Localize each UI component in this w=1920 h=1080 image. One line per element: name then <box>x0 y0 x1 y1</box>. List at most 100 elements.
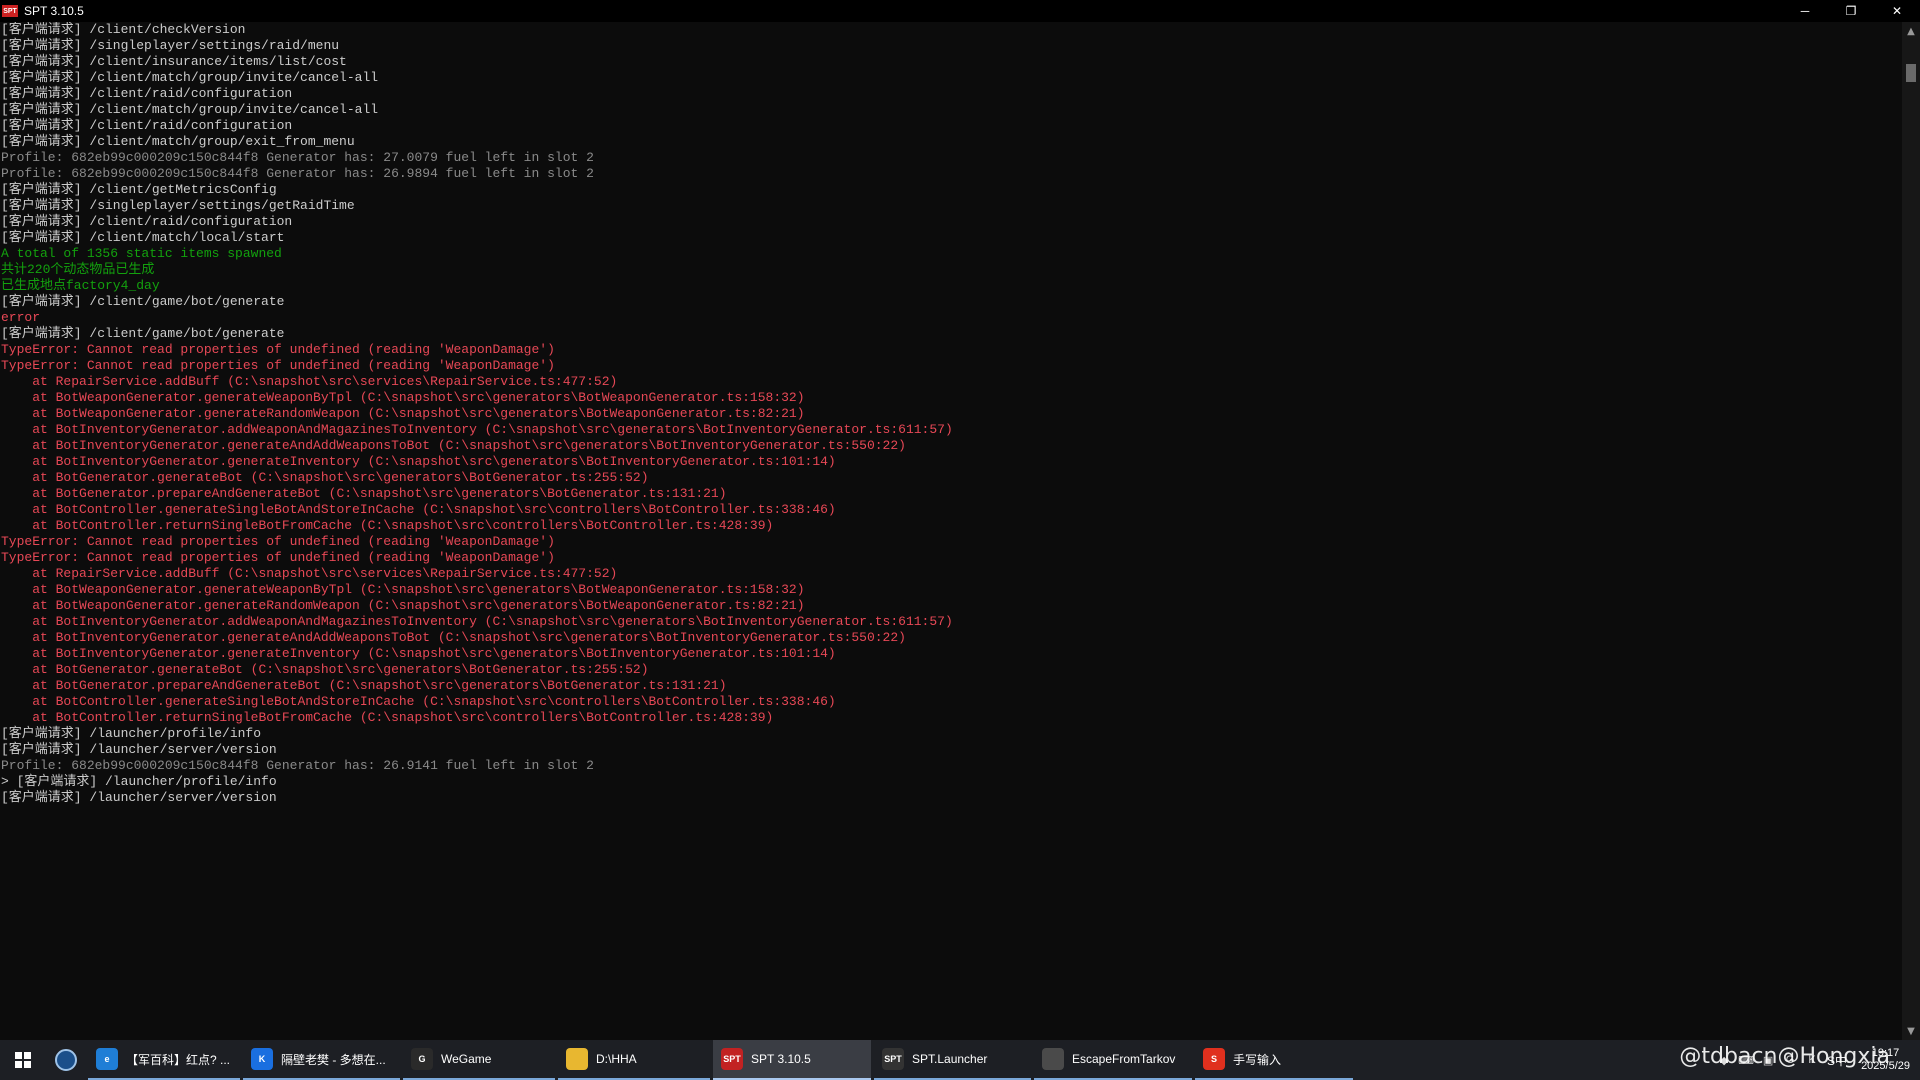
taskbar-item-folder[interactable]: D:\HHA <box>558 1040 710 1080</box>
console-line: at BotController.returnSingleBotFromCach… <box>1 518 774 533</box>
console-line: [客户端请求] /client/raid/configuration <box>1 118 293 133</box>
taskbar: e 【军百科】红点? ... K 隔壁老樊 - 多想在... G WeGame D:\HHA… <box>0 1040 1920 1080</box>
maximize-button[interactable]: ❐ <box>1828 0 1874 22</box>
taskbar-item-spt-launcher[interactable]: SPT SPT.Launcher <box>874 1040 1031 1080</box>
console-line: [客户端请求] /singleplayer/settings/getRaidTi… <box>1 198 355 213</box>
wegame-icon: G <box>411 1048 433 1070</box>
clock-time: 19:17 <box>1871 1047 1900 1059</box>
console-line: 共计220个动态物品已生成 <box>1 262 155 277</box>
taskbar-item-label: EscapeFromTarkov <box>1072 1052 1176 1066</box>
console-line: [客户端请求] /client/raid/configuration <box>1 214 293 229</box>
console-line: error <box>1 310 41 325</box>
console-line: Profile: 682eb99c000209c150c844f8 Genera… <box>1 166 594 181</box>
console-line: at BotInventoryGenerator.addWeaponAndMag… <box>1 422 953 437</box>
taskbar-item-tarkov[interactable]: EscapeFromTarkov <box>1034 1040 1192 1080</box>
sogou-icon: S <box>1203 1048 1225 1070</box>
taskbar-item-label: SPT 3.10.5 <box>751 1052 811 1066</box>
console-line: at BotWeaponGenerator.generateRandomWeap… <box>1 598 805 613</box>
console-line: at BotInventoryGenerator.generateInvento… <box>1 454 836 469</box>
taskbar-item-label: SPT.Launcher <box>912 1052 988 1066</box>
taskbar-pinned-steam[interactable] <box>46 1040 86 1080</box>
start-button[interactable] <box>0 1040 46 1080</box>
console-line: [客户端请求] /singleplayer/settings/raid/menu <box>1 38 340 53</box>
console-line: at BotInventoryGenerator.generateAndAddW… <box>1 438 906 453</box>
kugou-tray-icon[interactable]: K <box>1805 1053 1819 1067</box>
scroll-up-arrow-icon[interactable]: ▲ <box>1902 22 1920 40</box>
console-line: [客户端请求] /launcher/profile/info <box>1 726 262 741</box>
console-line: 已生成地点factory4_day <box>1 278 160 293</box>
console-line: at BotController.returnSingleBotFromCach… <box>1 710 774 725</box>
console-line: [客户端请求] /launcher/server/version <box>1 790 277 805</box>
taskbar-item-wegame[interactable]: G WeGame <box>403 1040 555 1080</box>
console-line: at BotGenerator.prepareAndGenerateBot (C… <box>1 678 727 693</box>
console-line: at BotGenerator.generateBot (C:\snapshot… <box>1 470 649 485</box>
minimize-button[interactable]: ─ <box>1782 0 1828 22</box>
console-line: [客户端请求] /client/match/group/exit_from_me… <box>1 134 355 149</box>
console-line: TypeError: Cannot read properties of und… <box>1 534 555 549</box>
close-button[interactable]: ✕ <box>1874 0 1920 22</box>
console-line: Profile: 682eb99c000209c150c844f8 Genera… <box>1 758 594 773</box>
kugou-icon: K <box>251 1048 273 1070</box>
spt-app-icon: SPT <box>2 5 18 17</box>
steam-icon <box>55 1049 77 1071</box>
console-line: at BotGenerator.generateBot (C:\snapshot… <box>1 662 649 677</box>
console-line: at BotGenerator.prepareAndGenerateBot (C… <box>1 486 727 501</box>
taskbar-item-label: WeGame <box>441 1052 492 1066</box>
console-line: [客户端请求] /client/match/local/start <box>1 230 285 245</box>
console-line: at RepairService.addBuff (C:\snapshot\sr… <box>1 566 618 581</box>
network-icon[interactable]: ▣ <box>1761 1053 1775 1067</box>
keyboard-icon[interactable]: ⌨ <box>1738 1053 1754 1067</box>
console-line: at BotWeaponGenerator.generateRandomWeap… <box>1 406 805 421</box>
console-line: [客户端请求] /client/game/bot/generate <box>1 326 285 341</box>
windows-logo-icon <box>15 1052 31 1068</box>
taskbar-item-label: D:\HHA <box>596 1052 637 1066</box>
console-line: at BotWeaponGenerator.generateWeaponByTp… <box>1 390 805 405</box>
console-line: at BotInventoryGenerator.addWeaponAndMag… <box>1 614 953 629</box>
window-title: SPT 3.10.5 <box>24 4 84 18</box>
spt-icon: SPT <box>721 1048 743 1070</box>
taskbar-item-label: 隔壁老樊 - 多想在... <box>281 1052 386 1067</box>
folder-icon <box>566 1048 588 1070</box>
console-line: [客户端请求] /client/match/group/invite/cance… <box>1 70 379 85</box>
console-line: > [客户端请求] /launcher/profile/info <box>1 774 277 789</box>
console-line: [客户端请求] /client/checkVersion <box>1 22 246 37</box>
console-line: [客户端请求] /client/game/bot/generate <box>1 294 285 309</box>
console-line: at BotInventoryGenerator.generateInvento… <box>1 646 836 661</box>
vertical-scrollbar[interactable]: ▲ ▼ <box>1902 22 1920 1040</box>
console-line: [客户端请求] /client/match/group/invite/cance… <box>1 102 379 117</box>
taskbar-item-kugou[interactable]: K 隔壁老樊 - 多想在... <box>243 1040 400 1080</box>
taskbar-item-sogou[interactable]: S 手写输入 <box>1195 1040 1353 1080</box>
console-line: Profile: 682eb99c000209c150c844f8 Genera… <box>1 150 594 165</box>
console-line: at BotInventoryGenerator.generateAndAddW… <box>1 630 906 645</box>
console-line: [客户端请求] /client/getMetricsConfig <box>1 182 277 197</box>
window-titlebar[interactable]: SPT SPT 3.10.5 ─ ❐ ✕ <box>0 0 1920 22</box>
system-tray: ◆ ⌨ ▣ G K S中 19:17 2025/5/29 <box>1717 1040 1920 1080</box>
ime-indicator[interactable]: S中 <box>1827 1052 1847 1069</box>
console-line: at RepairService.addBuff (C:\snapshot\sr… <box>1 374 618 389</box>
tarkov-icon <box>1042 1048 1064 1070</box>
clock-date: 2025/5/29 <box>1861 1060 1910 1072</box>
console-line: [客户端请求] /client/insurance/items/list/cos… <box>1 54 347 69</box>
edge-icon: e <box>96 1048 118 1070</box>
console-line: at BotController.generateSingleBotAndSto… <box>1 502 836 517</box>
spt-launcher-icon: SPT <box>882 1048 904 1070</box>
taskbar-item-spt[interactable]: SPT SPT 3.10.5 <box>713 1040 871 1080</box>
taskbar-item-label: 手写输入 <box>1233 1052 1282 1067</box>
nvidia-icon[interactable]: ◆ <box>1717 1053 1731 1067</box>
console-line: TypeError: Cannot read properties of und… <box>1 342 555 357</box>
console-line: TypeError: Cannot read properties of und… <box>1 550 555 565</box>
google-icon[interactable]: G <box>1783 1053 1797 1067</box>
console-line: [客户端请求] /launcher/server/version <box>1 742 277 757</box>
console-output[interactable]: [客户端请求] /client/checkVersion [客户端请求] /sin… <box>0 22 1902 1040</box>
scroll-thumb[interactable] <box>1906 64 1916 82</box>
console-line: A total of 1356 static items spawned <box>1 246 282 261</box>
console-line: [客户端请求] /client/raid/configuration <box>1 86 293 101</box>
taskbar-item-edge[interactable]: e 【军百科】红点? ... <box>88 1040 240 1080</box>
clock[interactable]: 19:17 2025/5/29 <box>1861 1047 1910 1073</box>
console-line: at BotWeaponGenerator.generateWeaponByTp… <box>1 582 805 597</box>
console-line: TypeError: Cannot read properties of und… <box>1 358 555 373</box>
taskbar-tasks: e 【军百科】红点? ... K 隔壁老樊 - 多想在... G WeGame D:\HHA… <box>88 1040 1356 1080</box>
taskbar-item-label: 【军百科】红点? ... <box>126 1052 231 1067</box>
scroll-down-arrow-icon[interactable]: ▼ <box>1902 1022 1920 1040</box>
console-line: at BotController.generateSingleBotAndSto… <box>1 694 836 709</box>
